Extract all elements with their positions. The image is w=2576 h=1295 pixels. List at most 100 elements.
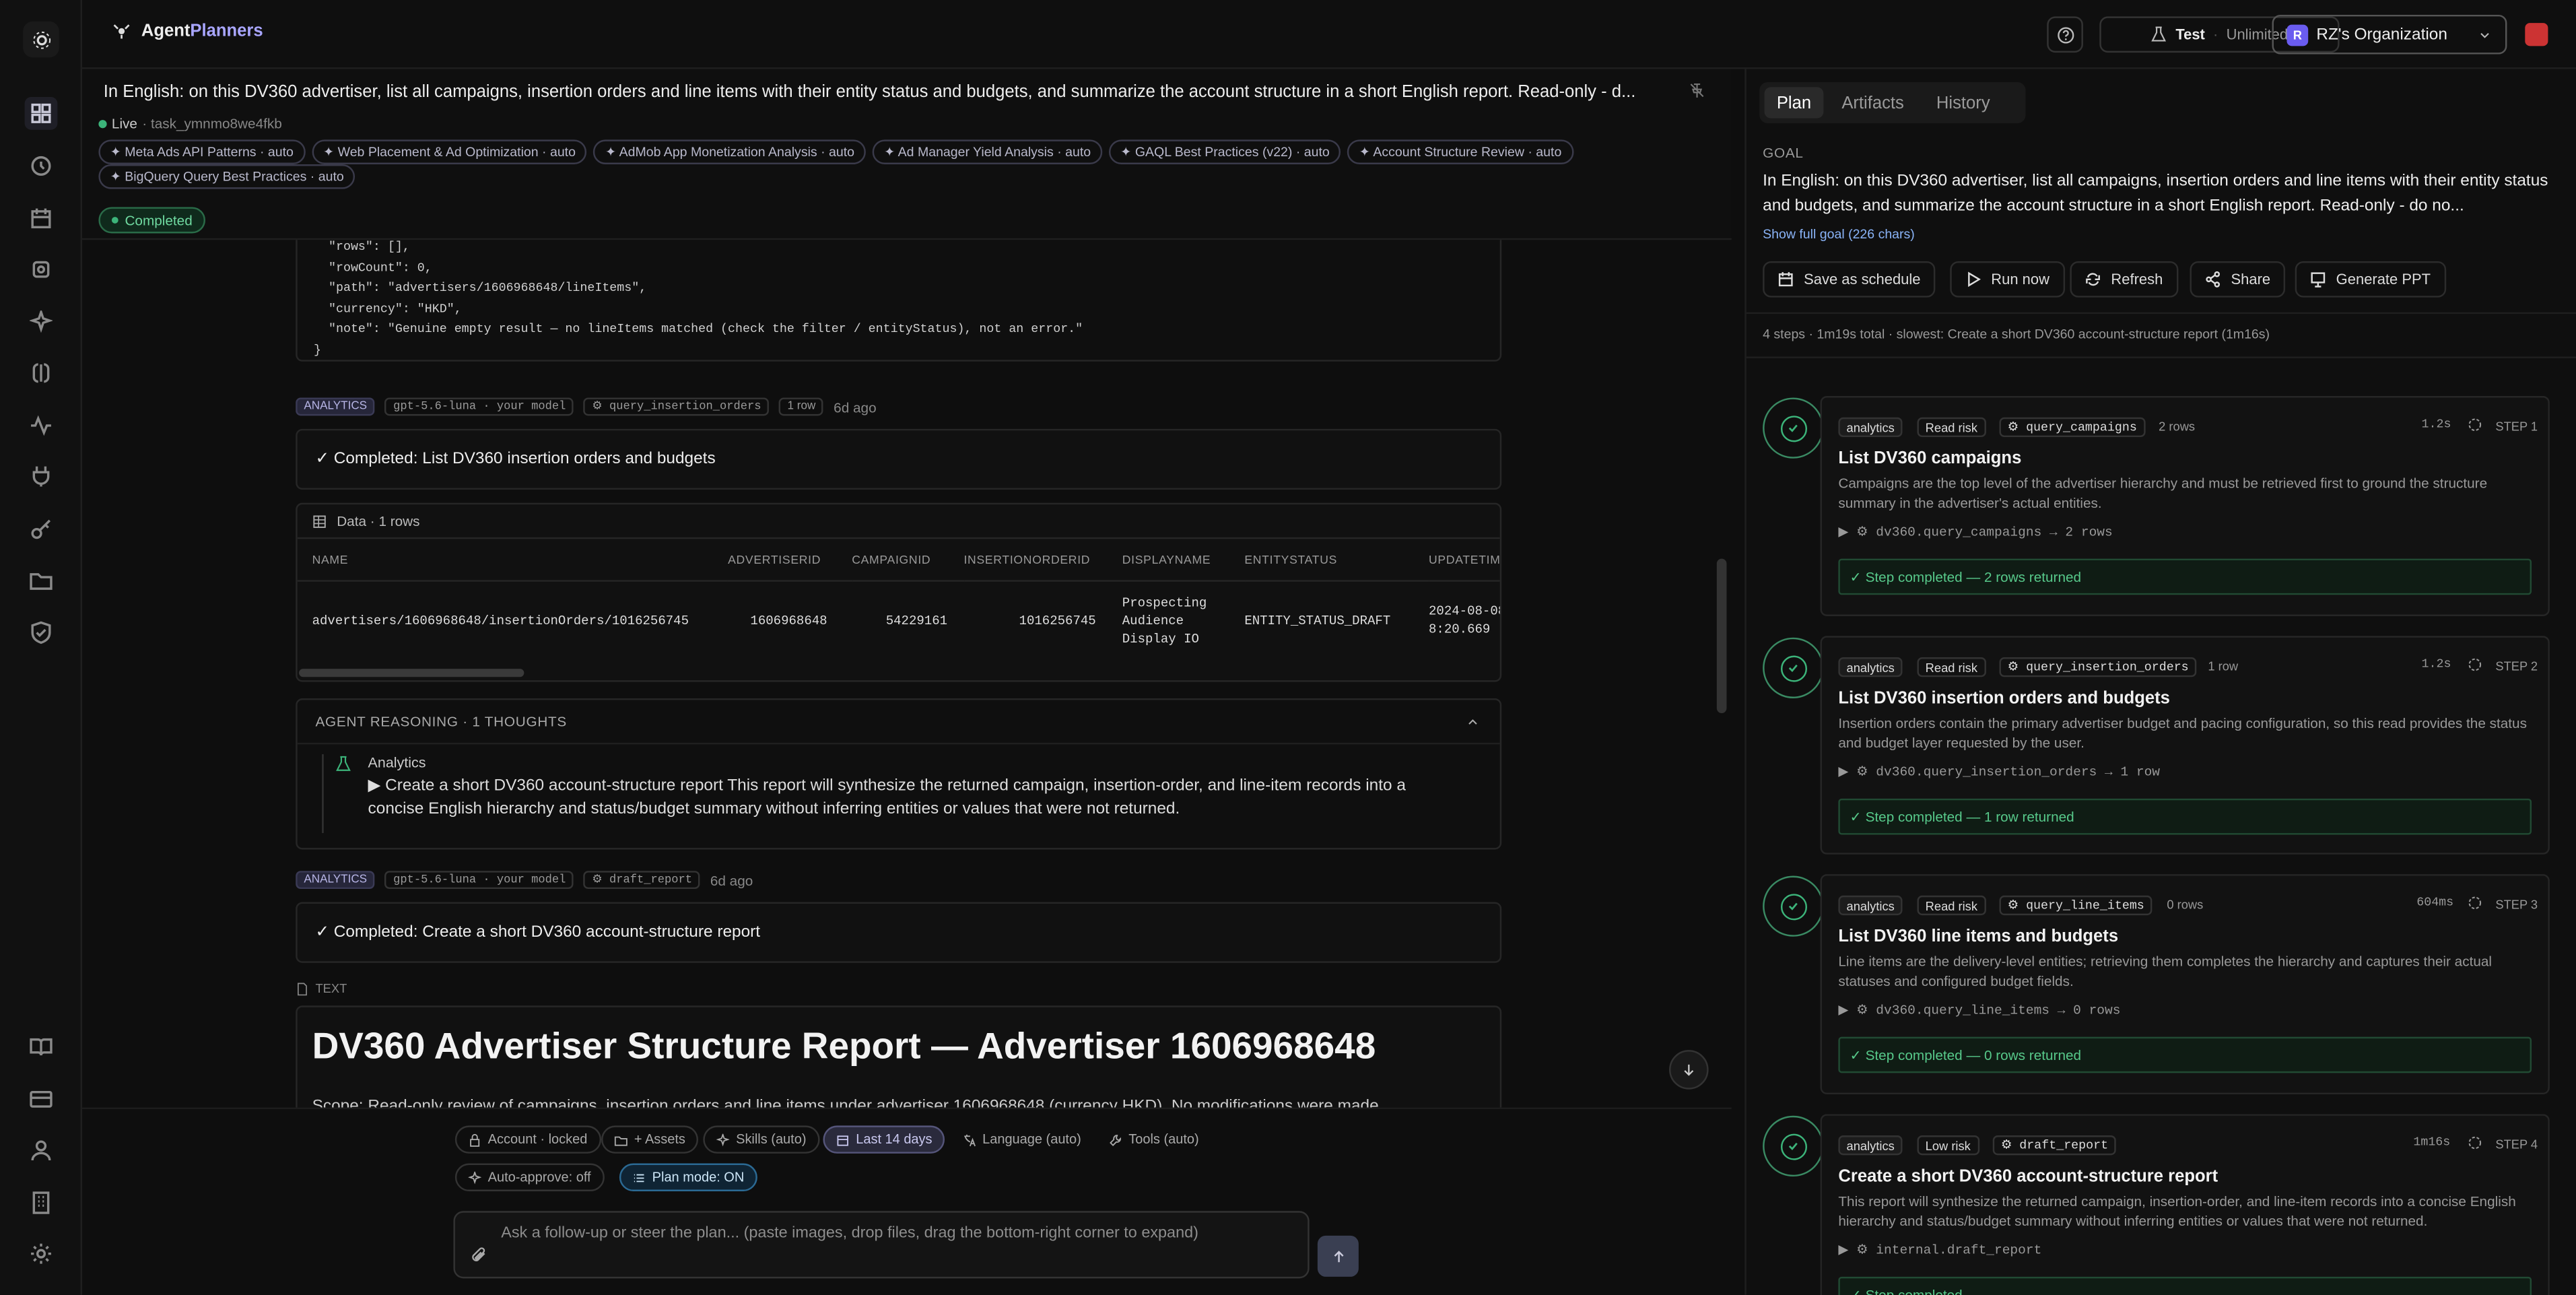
step-status-icon bbox=[1763, 1115, 1824, 1177]
top-bar: AgentPlanners Test · Unlimited R RZ's Or… bbox=[82, 0, 2576, 69]
tools-chip[interactable]: Tools (auto) bbox=[1095, 1125, 1212, 1153]
agents-icon[interactable] bbox=[25, 253, 58, 286]
app-logo-icon[interactable] bbox=[23, 21, 59, 58]
skill-pill[interactable]: ✦ Ad Manager Yield Analysis · auto bbox=[872, 139, 1103, 164]
share-button[interactable]: Share bbox=[2190, 261, 2286, 298]
tab-plan[interactable]: Plan bbox=[1764, 87, 1824, 119]
task-header: In English: on this DV360 advertiser, li… bbox=[82, 69, 1732, 240]
run-now-button[interactable]: Run now bbox=[1950, 261, 2064, 298]
table-header[interactable]: ENTITYSTATUS bbox=[1244, 539, 1429, 580]
message-age: 6d ago bbox=[710, 871, 753, 888]
save-schedule-button[interactable]: Save as schedule bbox=[1763, 261, 1936, 298]
rows-count: 2 rows bbox=[2159, 419, 2196, 434]
data-table-card: Data · 1 rows NAME ADVERTISERID CAMPAIGN… bbox=[296, 502, 1502, 682]
user-icon[interactable] bbox=[25, 1134, 58, 1167]
org-switcher[interactable]: R RZ's Organization bbox=[2272, 14, 2507, 55]
reasoning-title: AGENT REASONING · 1 THOUGHTS bbox=[315, 712, 567, 730]
data-table: NAME ADVERTISERID CAMPAIGNID INSERTIONOR… bbox=[297, 539, 1500, 665]
generate-ppt-button[interactable]: Generate PPT bbox=[2295, 261, 2446, 298]
plan-step[interactable]: analytics Read risk ⚙ query_line_items 0… bbox=[1820, 874, 2550, 1095]
skill-pills: ✦ Meta Ads API Patterns · auto ✦ Web Plac… bbox=[98, 139, 1659, 189]
plan-step[interactable]: analytics Low risk ⚙ draft_report 1m16s … bbox=[1820, 1114, 2550, 1295]
notification-indicator[interactable] bbox=[2525, 23, 2548, 46]
table-header[interactable]: CAMPAIGNID bbox=[852, 539, 963, 580]
reasoning-header[interactable]: AGENT REASONING · 1 THOUGHTS bbox=[297, 700, 1500, 745]
live-label: Live bbox=[111, 114, 137, 132]
tab-history[interactable]: History bbox=[1927, 87, 1999, 120]
table-header[interactable]: INSERTIONORDERID bbox=[963, 539, 1122, 580]
key-icon[interactable] bbox=[25, 512, 58, 545]
step-call[interactable]: ▶ ⚙ internal.draft_report bbox=[1838, 1242, 2041, 1259]
assets-chip[interactable]: + Assets bbox=[601, 1125, 699, 1154]
dashboard-icon[interactable] bbox=[24, 96, 58, 130]
billing-icon[interactable] bbox=[25, 1083, 58, 1116]
sparkle-icon[interactable] bbox=[25, 306, 58, 339]
step-call[interactable]: ▶ ⚙ dv360.query_campaigns → 2 rows bbox=[1838, 524, 2112, 541]
table-icon bbox=[312, 514, 327, 529]
step-description: Insertion orders contain the primary adv… bbox=[1838, 715, 2527, 750]
arrow-down-icon bbox=[1681, 1061, 1697, 1077]
table-header[interactable]: NAME bbox=[298, 539, 728, 580]
task-id: · task_ymnmo8we4fkb bbox=[142, 114, 282, 132]
folder-icon[interactable] bbox=[25, 564, 58, 597]
horizontal-scrollbar[interactable] bbox=[299, 669, 524, 677]
plan-step[interactable]: analytics Read risk ⚙ query_campaigns 2 … bbox=[1820, 396, 2550, 616]
goal-label: GOAL bbox=[1763, 144, 1804, 162]
skill-pill[interactable]: ✦ Account Structure Review · auto bbox=[1347, 139, 1573, 164]
language-chip[interactable]: Language (auto) bbox=[949, 1125, 1094, 1153]
send-button[interactable] bbox=[1317, 1235, 1359, 1277]
settings-gear-icon[interactable] bbox=[25, 1237, 58, 1270]
table-caption-text: Data · 1 rows bbox=[337, 512, 420, 529]
paperclip-icon[interactable] bbox=[470, 1246, 488, 1264]
brain-icon[interactable] bbox=[25, 356, 58, 389]
skill-pill[interactable]: ✦ GAQL Best Practices (v22) · auto bbox=[1108, 139, 1341, 164]
skill-pill[interactable]: ✦ Meta Ads API Patterns · auto bbox=[98, 139, 306, 164]
spinner-icon bbox=[2468, 896, 2482, 910]
organization-icon[interactable] bbox=[25, 1187, 58, 1220]
step-title: List DV360 line items and budgets bbox=[1838, 927, 2119, 947]
history-icon[interactable] bbox=[25, 150, 58, 182]
refresh-button[interactable]: Refresh bbox=[2070, 261, 2178, 298]
plan-mode-chip[interactable]: Plan mode: ON bbox=[619, 1163, 757, 1191]
prompt-placeholder: Ask a follow-up or steer the plan... (pa… bbox=[501, 1224, 1198, 1242]
account-chip[interactable]: Account · locked bbox=[454, 1125, 601, 1154]
unpin-icon[interactable] bbox=[1689, 82, 1705, 98]
chevron-up-icon[interactable] bbox=[1465, 714, 1480, 729]
step-duration: 1.2s bbox=[2421, 419, 2451, 432]
auto-approve-chip[interactable]: Auto-approve: off bbox=[454, 1163, 605, 1191]
book-icon[interactable] bbox=[25, 1030, 58, 1063]
risk-badge: Read risk bbox=[1917, 895, 1986, 916]
date-range-chip[interactable]: Last 14 days bbox=[823, 1125, 946, 1154]
skills-chip[interactable]: Skills (auto) bbox=[703, 1125, 820, 1154]
table-cell: 54229161 bbox=[885, 616, 948, 630]
step-call[interactable]: ▶ ⚙ dv360.query_line_items → 0 rows bbox=[1838, 1002, 2120, 1019]
shield-icon[interactable] bbox=[25, 616, 58, 649]
rows-badge: 1 row bbox=[779, 397, 824, 416]
calendar-icon[interactable] bbox=[25, 202, 58, 235]
plan-step[interactable]: analytics Read risk ⚙ query_insertion_or… bbox=[1820, 636, 2550, 855]
step-title: List DV360 campaigns bbox=[1838, 449, 2022, 469]
brand[interactable]: AgentPlanners bbox=[112, 22, 263, 41]
sparkle-icon bbox=[468, 1170, 481, 1185]
table-header[interactable]: DISPLAYNAME bbox=[1122, 539, 1245, 580]
presentation-icon bbox=[2310, 271, 2326, 288]
table-row[interactable]: advertisers/1606968648/insertionOrders/1… bbox=[298, 580, 1500, 665]
step-status-icon bbox=[1763, 397, 1824, 459]
step-status-icon bbox=[1763, 637, 1824, 698]
plug-icon[interactable] bbox=[25, 460, 58, 493]
skill-pill[interactable]: ✦ Web Placement & Ad Optimization · auto bbox=[311, 139, 588, 164]
skill-pill[interactable]: ✦ BigQuery Query Best Practices · auto bbox=[98, 164, 355, 189]
task-meta: Live · task_ymnmo8we4fkb bbox=[98, 114, 282, 132]
table-header[interactable]: UPDATETIME bbox=[1429, 539, 1500, 580]
tab-artifacts[interactable]: Artifacts bbox=[1833, 87, 1912, 120]
calendar-icon bbox=[836, 1133, 850, 1146]
help-button[interactable] bbox=[2047, 16, 2083, 53]
step-call[interactable]: ▶ ⚙ dv360.query_insertion_orders → 1 row bbox=[1838, 764, 2160, 781]
feed-scrollbar[interactable] bbox=[1716, 558, 1727, 713]
scroll-to-bottom-button[interactable] bbox=[1669, 1050, 1709, 1090]
table-header[interactable]: ADVERTISERID bbox=[728, 539, 852, 580]
activity-icon[interactable] bbox=[25, 409, 58, 442]
skill-pill[interactable]: ✦ AdMob App Monetization Analysis · auto bbox=[593, 139, 867, 164]
show-full-goal-link[interactable]: Show full goal (226 chars) bbox=[1763, 227, 1915, 242]
prompt-input[interactable]: Ask a follow-up or steer the plan... (pa… bbox=[453, 1211, 1310, 1279]
